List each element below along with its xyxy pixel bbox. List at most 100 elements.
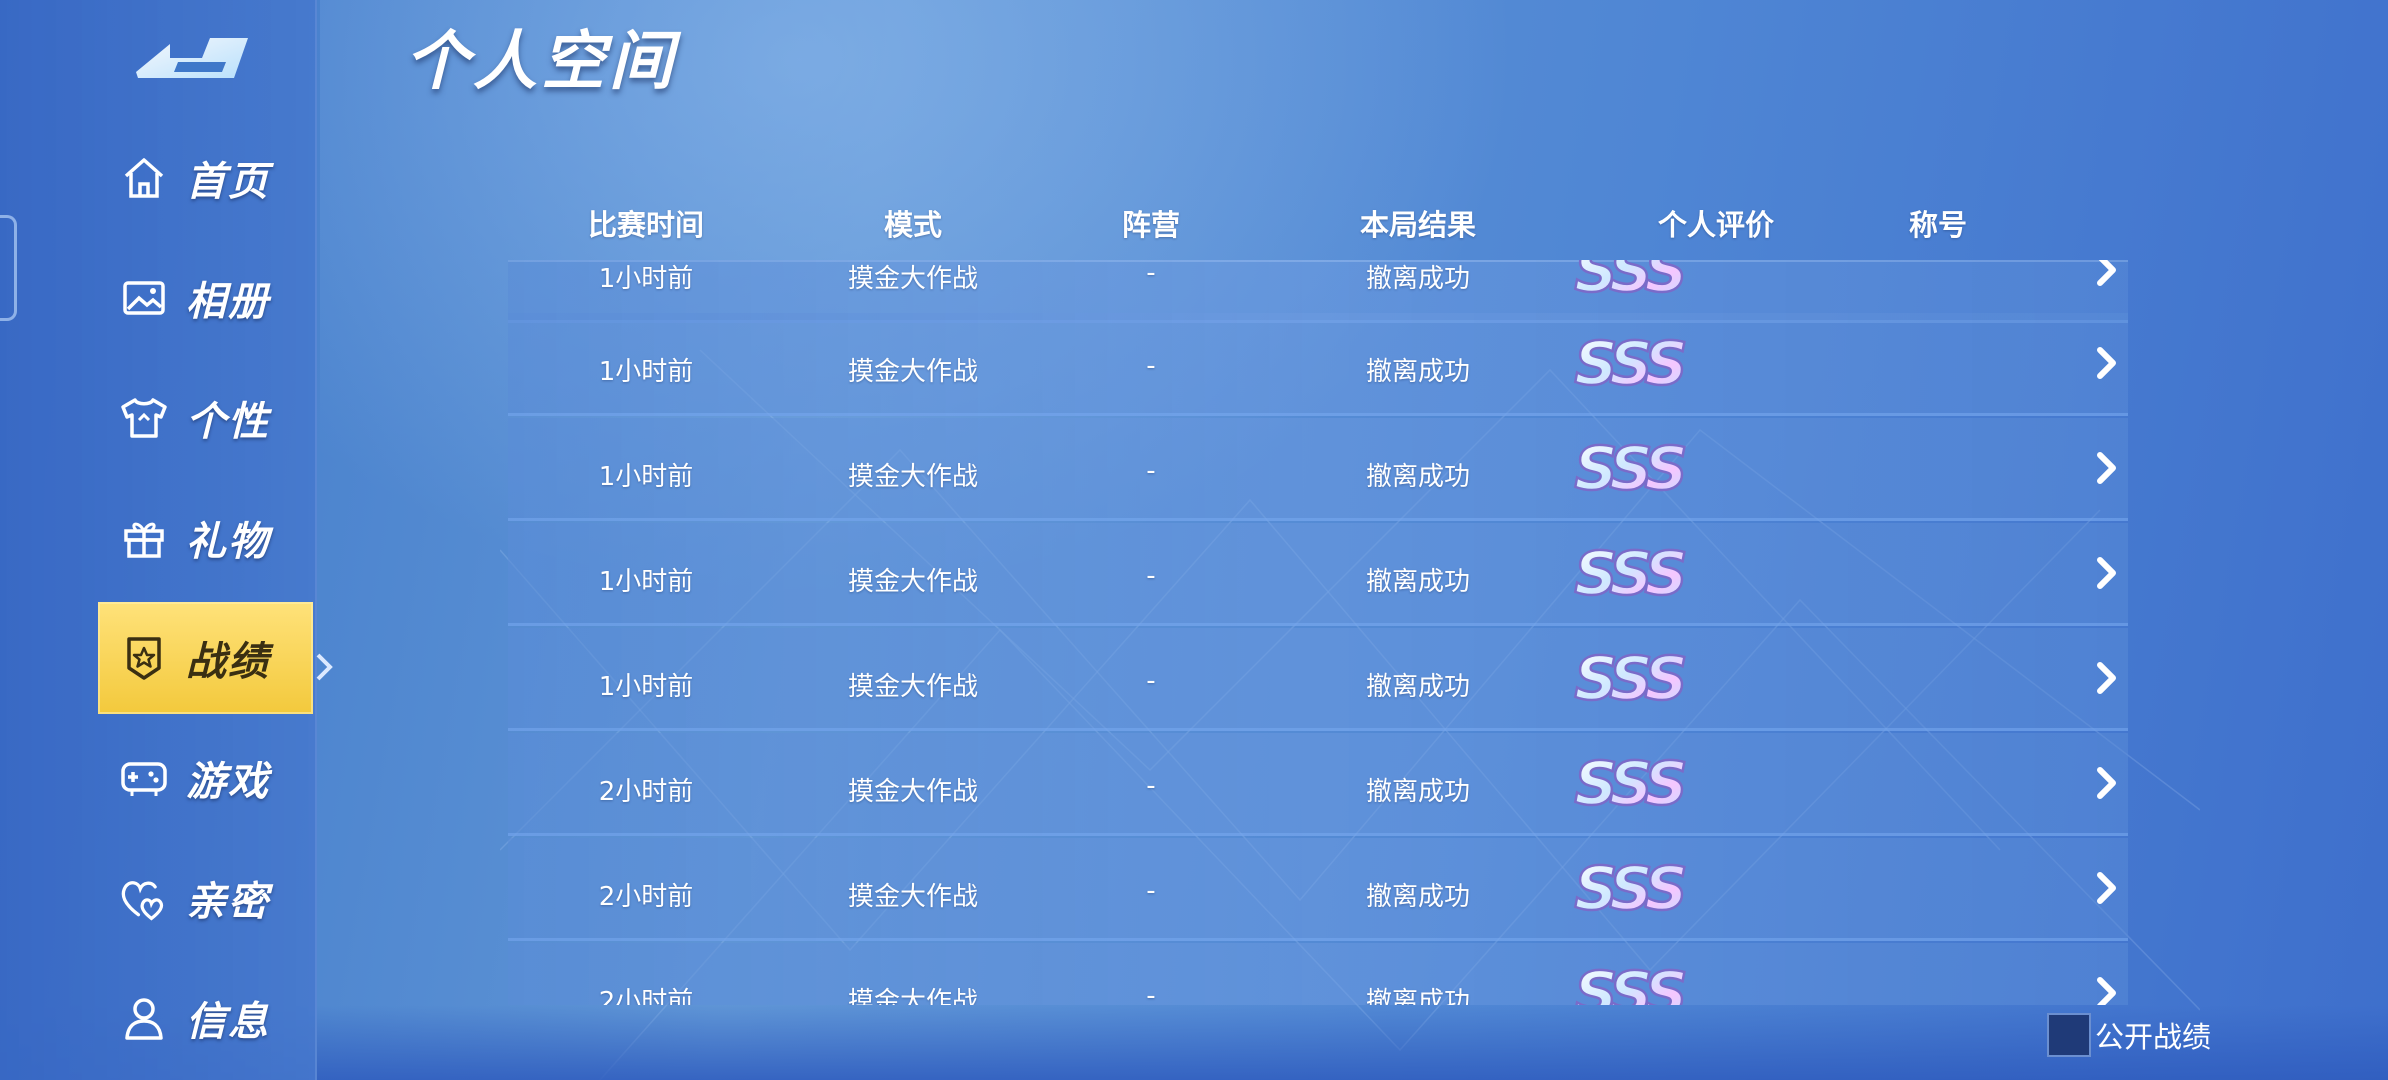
match-mode: 摸金大作战 [847,987,979,1005]
match-camp: - [1146,260,1156,288]
table-row[interactable]: 1小时前 摸金大作战 - 撤离成功 SSS [508,523,2128,626]
sidebar-item-gift[interactable]: 礼物 [0,482,315,594]
image-icon [118,272,170,324]
rating-badge: SSS [1538,853,1718,926]
table-header: 比赛时间 模式 阵营 本局结果 个人评价 称号 [508,190,2128,262]
match-camp: - [1146,876,1156,906]
rating-badge: SSS [1538,643,1718,716]
bottom-band [0,1005,2388,1080]
match-time: 1小时前 [598,264,694,294]
rating-text: SSS [1574,749,1684,818]
sidebar-item-label: 礼物 [186,519,270,565]
chevron-right-icon[interactable] [2093,870,2121,906]
rating-text: SSS [1574,644,1684,713]
match-camp: - [1146,351,1156,381]
page-title: 个人空间 [405,25,677,99]
sidebar-item-style[interactable]: 个性 [0,362,315,474]
chevron-right-icon[interactable] [2093,555,2121,591]
badge-icon [118,632,170,684]
user-icon [118,992,170,1044]
rating-badge: SSS [1538,328,1718,401]
match-result: 撤离成功 [1365,462,1471,492]
match-camp: - [1146,456,1156,486]
rating-text: SSS [1574,854,1684,923]
table-row[interactable]: 2小时前 摸金大作战 - 撤离成功 SSS [508,943,2128,1005]
match-mode: 摸金大作战 [847,567,979,597]
match-mode: 摸金大作战 [847,672,979,702]
rating-badge: SSS [1538,260,1718,307]
rating-text: SSS [1574,434,1684,503]
chevron-right-icon[interactable] [2093,450,2121,486]
tshirt-icon [118,392,170,444]
match-camp: - [1146,981,1156,1005]
sidebar-item-game[interactable]: 游戏 [0,722,315,834]
rating-badge: SSS [1538,958,1718,1005]
rating-badge: SSS [1538,538,1718,611]
match-time: 1小时前 [598,357,694,387]
sidebar: 首页相册个性礼物战绩游戏亲密信息 [0,0,317,1080]
sidebar-item-label: 个性 [186,399,270,445]
rating-text: SSS [1574,539,1684,608]
chevron-right-icon[interactable] [2093,260,2121,288]
sidebar-item-label: 信息 [186,999,270,1045]
sidebar-item-record[interactable]: 战绩 [98,602,313,714]
match-result: 撤离成功 [1365,264,1471,294]
table-row[interactable]: 2小时前 摸金大作战 - 撤离成功 SSS [508,838,2128,941]
sidebar-item-album[interactable]: 相册 [0,242,315,354]
match-camp: - [1146,561,1156,591]
table-row[interactable]: 1小时前 摸金大作战 - 撤离成功 SSS [508,628,2128,731]
match-time: 2小时前 [598,777,694,807]
match-mode: 摸金大作战 [847,882,979,912]
chevron-right-icon[interactable] [2093,660,2121,696]
match-time: 2小时前 [598,882,694,912]
column-header-camp: 阵营 [1121,208,1181,242]
hearts-icon [118,872,170,924]
match-history-list[interactable]: 1小时前 摸金大作战 - 撤离成功 SSS 1小时前 摸金大作战 - 撤离成功 SSS 1小时前… [508,260,2128,1005]
rating-text: SSS [1574,260,1684,305]
match-time: 1小时前 [598,462,694,492]
public-record-label: 公开战绩 [2095,1020,2212,1054]
match-mode: 摸金大作战 [847,264,979,294]
table-row[interactable]: 1小时前 摸金大作战 - 撤离成功 SSS [508,313,2128,416]
table-row[interactable]: 1小时前 摸金大作战 - 撤离成功 SSS [508,418,2128,521]
sidebar-item-info[interactable]: 信息 [0,962,315,1074]
match-result: 撤离成功 [1365,777,1471,807]
public-record-checkbox[interactable] [2047,1013,2091,1057]
sidebar-item-label: 亲密 [186,879,270,925]
match-result: 撤离成功 [1365,882,1471,912]
active-indicator-arrow [316,653,333,681]
public-record-toggle[interactable]: 公开战绩 [2047,1013,2211,1057]
chevron-right-icon[interactable] [2093,765,2121,801]
sidebar-item-home[interactable]: 首页 [0,122,315,234]
sidebar-item-label: 游戏 [186,759,270,805]
sidebar-item-label: 首页 [186,159,270,205]
chevron-right-icon[interactable] [2093,345,2121,381]
match-result: 撤离成功 [1365,987,1471,1005]
match-camp: - [1146,771,1156,801]
home-icon [118,152,170,204]
chevron-right-icon[interactable] [2093,975,2121,1005]
match-result: 撤离成功 [1365,672,1471,702]
match-mode: 摸金大作战 [847,357,979,387]
sidebar-item-label: 战绩 [186,639,270,685]
rating-text: SSS [1574,329,1684,398]
match-time: 1小时前 [598,672,694,702]
app-logo [136,38,248,78]
match-time: 2小时前 [598,987,694,1005]
rating-badge: SSS [1538,748,1718,821]
match-time: 1小时前 [598,567,694,597]
table-row[interactable]: 2小时前 摸金大作战 - 撤离成功 SSS [508,733,2128,836]
column-header-time: 比赛时间 [587,208,705,242]
column-header-mode: 模式 [883,208,943,242]
match-mode: 摸金大作战 [847,462,979,492]
match-mode: 摸金大作战 [847,777,979,807]
match-result: 撤离成功 [1365,357,1471,387]
column-header-result: 本局结果 [1359,208,1477,242]
rating-text: SSS [1574,959,1684,1005]
rating-badge: SSS [1538,433,1718,506]
gamepad-icon [118,752,170,804]
column-header-title: 称号 [1908,208,1968,242]
match-result: 撤离成功 [1365,567,1471,597]
sidebar-item-intimacy[interactable]: 亲密 [0,842,315,954]
gift-icon [118,512,170,564]
